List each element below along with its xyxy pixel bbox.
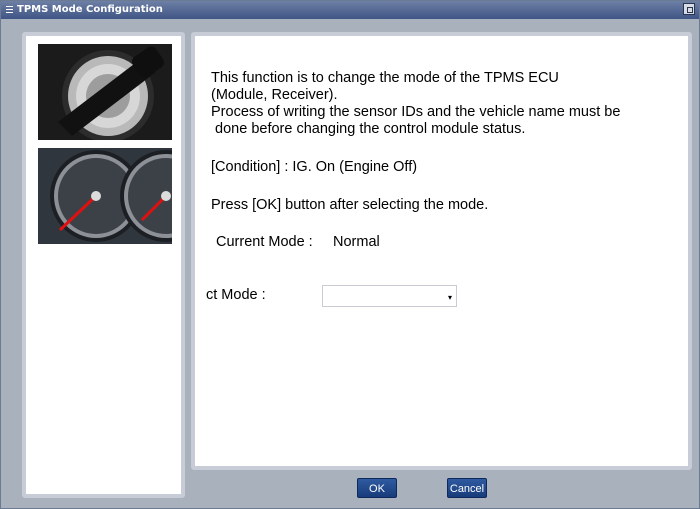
app-menu-icon[interactable] xyxy=(5,5,14,14)
instrument-cluster-image xyxy=(38,148,172,244)
description-line-4: done before changing the control module … xyxy=(211,121,526,137)
ignition-key-image xyxy=(38,44,172,140)
image-panel xyxy=(22,32,185,498)
cancel-button[interactable]: Cancel xyxy=(447,478,487,498)
description-line-2: (Module, Receiver). xyxy=(211,87,338,103)
ok-button[interactable]: OK xyxy=(357,478,397,498)
title-bar: TPMS Mode Configuration xyxy=(1,1,699,19)
window-title: TPMS Mode Configuration xyxy=(17,4,163,15)
restore-icon[interactable] xyxy=(683,3,695,15)
dropdown-arrow-icon[interactable]: ▾ xyxy=(448,293,452,302)
mode-select[interactable]: ▾ xyxy=(322,285,457,307)
instruction-text: Press [OK] button after selecting the mo… xyxy=(211,197,489,213)
select-mode-label: ct Mode : xyxy=(206,287,266,303)
description-line-3: Process of writing the sensor IDs and th… xyxy=(211,104,621,120)
current-mode-label: Current Mode : xyxy=(216,234,313,250)
tpms-mode-configuration-window: TPMS Mode Configuration This function is… xyxy=(0,0,700,509)
condition-text: [Condition] : IG. On (Engine Off) xyxy=(211,159,418,175)
current-mode-value: Normal xyxy=(333,234,380,250)
function-description-panel: This function is to change the mode of t… xyxy=(191,32,692,470)
description-line-1: This function is to change the mode of t… xyxy=(211,70,559,86)
